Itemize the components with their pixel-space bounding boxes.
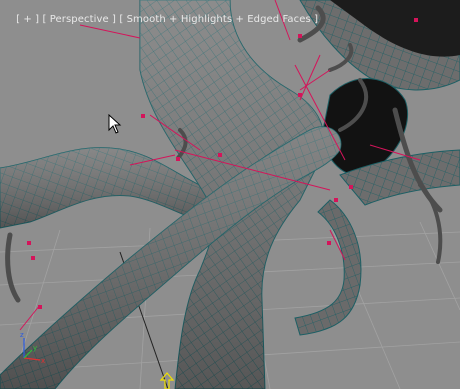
- viewport-label: [ + ] [ Perspective ] [ Smooth + Highlig…: [3, 3, 318, 36]
- pivot-gizmo-icon[interactable]: [158, 371, 176, 389]
- perspective-viewport[interactable]: [ + ] [ Perspective ] [ Smooth + Highlig…: [0, 0, 460, 389]
- mouse-cursor-icon: [108, 114, 122, 134]
- shading-mode-button[interactable]: [ Smooth + Highlights + Edged Faces ]: [119, 14, 318, 25]
- axis-gizmo-icon: z y x: [20, 331, 45, 365]
- right-loop-branch: [294, 199, 362, 336]
- axis-y-label: y: [33, 344, 37, 352]
- view-type-button[interactable]: [ Perspective ]: [42, 14, 116, 25]
- axis-x-label: x: [41, 357, 45, 365]
- viewport-menu-button[interactable]: [ + ]: [16, 14, 39, 25]
- scene-canvas[interactable]: [0, 0, 460, 389]
- axis-z-label: z: [20, 331, 24, 339]
